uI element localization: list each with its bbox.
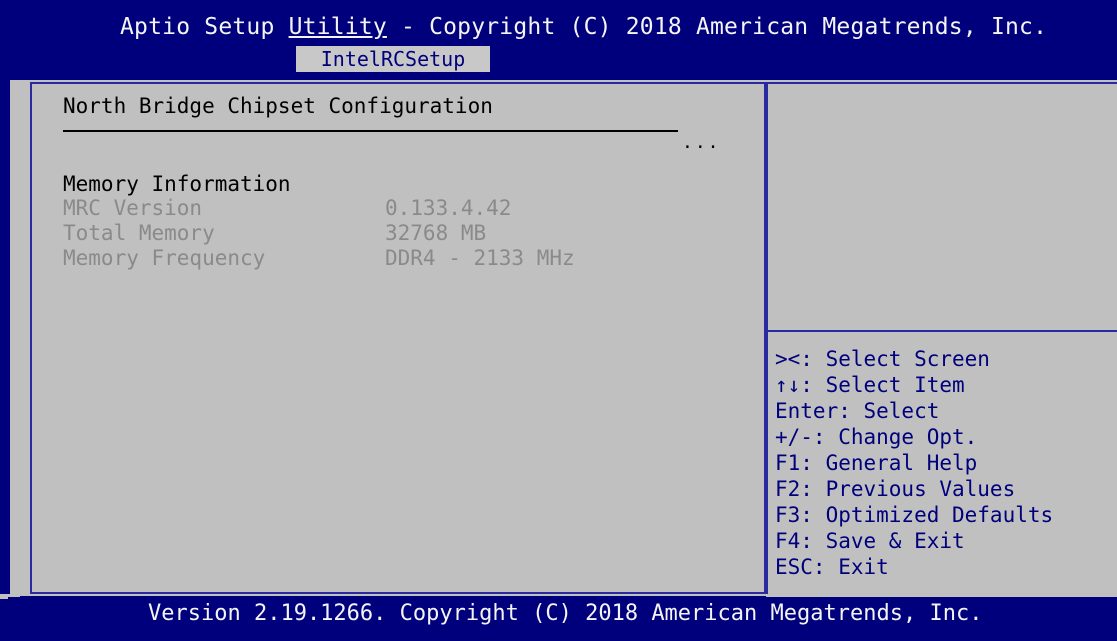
help-select-item: ↑↓: Select Item xyxy=(775,373,965,397)
version-text: Version 2.19.1266. Copyright (C) 2018 Am… xyxy=(148,601,983,626)
help-panel-top-border xyxy=(766,82,1117,84)
title-underline-rule xyxy=(63,130,678,132)
row-label: MRC Version xyxy=(63,196,203,220)
help-optimized-defaults: F3: Optimized Defaults xyxy=(775,503,1054,527)
more-indicator: ... xyxy=(682,132,721,153)
row-label: Memory Frequency xyxy=(63,246,266,270)
help-select-screen: ><: Select Screen xyxy=(775,347,990,371)
memory-information-heading: Memory Information xyxy=(63,172,291,196)
main-panel xyxy=(30,82,766,594)
help-general-help: F1: General Help xyxy=(775,451,978,475)
help-enter-select: Enter: Select xyxy=(775,399,940,423)
bios-setup-screen: Aptio Setup Utility - Copyright (C) 2018… xyxy=(0,0,1117,641)
header-bar: Aptio Setup Utility - Copyright (C) 2018… xyxy=(8,0,1117,80)
tab-label: IntelRCSetup xyxy=(320,47,466,71)
title-underlined: Utility xyxy=(288,14,387,40)
help-change-opt: +/-: Change Opt. xyxy=(775,425,978,449)
title-prefix: Aptio Setup xyxy=(120,14,289,40)
row-label: Total Memory xyxy=(63,221,215,245)
help-esc-exit: ESC: Exit xyxy=(775,555,889,579)
tab-intelrcsetup[interactable]: IntelRCSetup xyxy=(296,46,490,72)
row-value: 0.133.4.42 xyxy=(385,196,512,220)
panel-divider xyxy=(766,82,768,594)
page-title: North Bridge Chipset Configuration xyxy=(63,94,493,118)
help-save-exit: F4: Save & Exit xyxy=(775,529,965,553)
help-panel-divider xyxy=(766,330,1117,332)
help-previous-values: F2: Previous Values xyxy=(775,477,1016,501)
left-edge-bar xyxy=(0,0,10,641)
row-value: DDR4 - 2133 MHz xyxy=(385,246,575,270)
app-title: Aptio Setup Utility - Copyright (C) 2018… xyxy=(8,14,1117,40)
title-suffix: - Copyright (C) 2018 American Megatrends… xyxy=(386,14,1048,40)
key-help-panel: ><: Select Screen ↑↓: Select Item Enter:… xyxy=(775,346,1053,580)
footer-bar: Version 2.19.1266. Copyright (C) 2018 Am… xyxy=(8,597,1117,641)
row-value: 32768 MB xyxy=(385,221,487,245)
